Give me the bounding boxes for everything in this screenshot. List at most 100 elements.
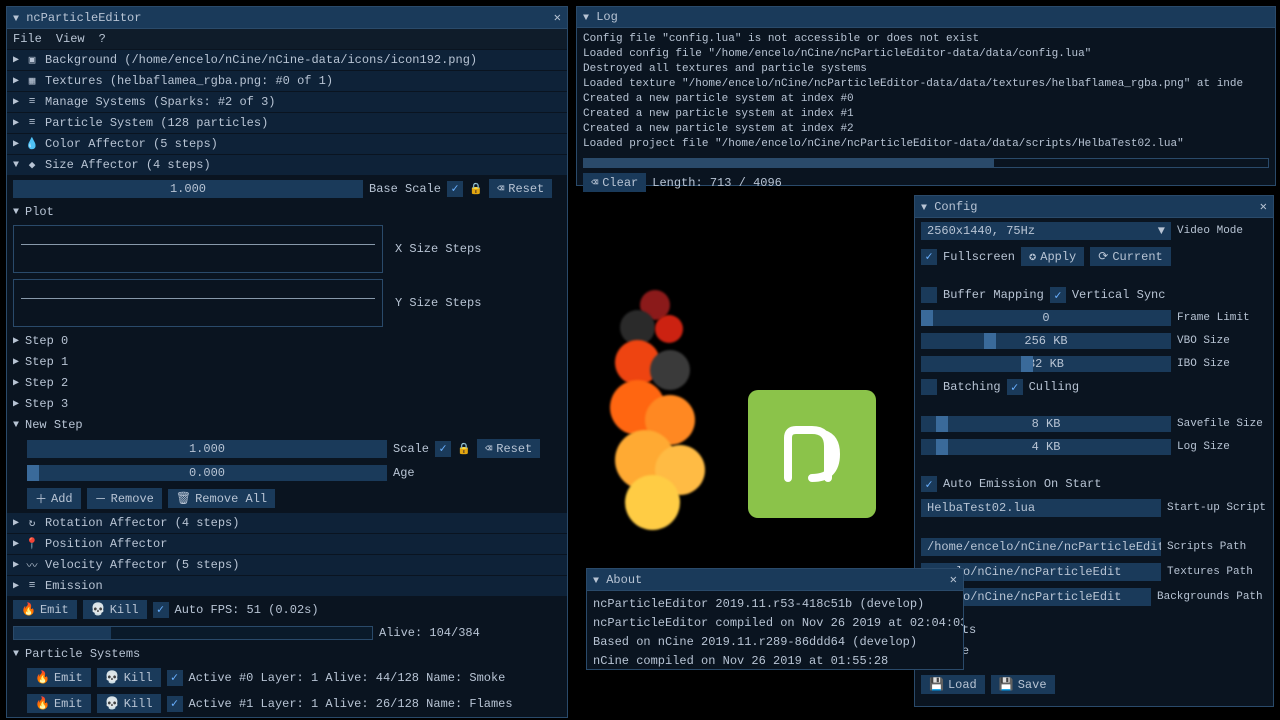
editor-title-bar[interactable]: ▼ ncParticleEditor ✕ — [7, 7, 567, 29]
add-button[interactable]: ＋ Add — [27, 488, 81, 509]
section-textures[interactable]: ▦ Textures (helbaflamea_rgba.png: #0 of 1… — [7, 71, 567, 91]
section-limits[interactable]: ▶Limits — [915, 620, 1273, 640]
ibo-slider[interactable]: 32 KB — [921, 356, 1171, 372]
log-title-bar[interactable]: ▼ Log — [577, 7, 1275, 28]
log-panel: ▼ Log Config file "config.lua" is not ac… — [576, 6, 1276, 186]
list-icon: ≡ — [25, 579, 39, 593]
section-psystem[interactable]: ≡Particle System (128 particles) — [7, 113, 567, 133]
kill-button[interactable]: 💀 Kill — [97, 694, 161, 713]
startup-input[interactable]: HelbaTest02.lua — [921, 499, 1161, 517]
size-icon: ◆ — [25, 158, 39, 172]
section-background[interactable]: ▣Background (/home/encelo/nCine/nCine-da… — [7, 50, 567, 70]
emit-button[interactable]: 🔥 Emit — [27, 694, 91, 713]
section-step1[interactable]: Step 1 — [7, 352, 567, 372]
menu-file[interactable]: File — [13, 32, 42, 46]
pin-icon: 📍 — [25, 537, 39, 551]
menu-view[interactable]: View — [56, 32, 85, 46]
alive-progress — [13, 626, 373, 640]
clear-button[interactable]: ⌫ Clear — [583, 173, 646, 192]
scale-check[interactable] — [435, 441, 451, 457]
autofps-check[interactable] — [153, 602, 169, 618]
active-check[interactable] — [167, 696, 183, 712]
batching-check[interactable] — [921, 379, 937, 395]
y-plot — [13, 279, 383, 327]
lock-icon[interactable]: 🔒 — [469, 182, 483, 196]
auto-emit-label: Auto Emission On Start — [943, 477, 1101, 491]
log-scrollbar[interactable] — [583, 158, 1269, 168]
section-velocity[interactable]: 〰Velocity Affector (5 steps) — [7, 555, 567, 575]
savefile-slider[interactable]: 8 KB — [921, 416, 1171, 432]
save-button[interactable]: 💾 Save — [991, 675, 1055, 694]
vsync-check[interactable] — [1050, 287, 1066, 303]
apply-button[interactable]: ✪ Apply — [1021, 247, 1084, 266]
ps-row-0: 🔥 Emit 💀 Kill Active #0 Layer: 1 Alive: … — [7, 665, 567, 690]
section-position[interactable]: 📍Position Affector — [7, 534, 567, 554]
video-mode-select[interactable]: 2560x1440, 75Hz▼ — [921, 222, 1171, 240]
age-slider[interactable]: 0.000 — [27, 465, 387, 481]
menu-bar: File View ? — [7, 29, 567, 49]
vbo-label: VBO Size — [1177, 335, 1267, 347]
plot-y-label: Y Size Steps — [395, 296, 481, 310]
section-step2[interactable]: Step 2 — [7, 373, 567, 393]
fullscreen-check[interactable] — [921, 249, 937, 265]
image-icon: ▦ — [25, 74, 39, 88]
plot-x-label: X Size Steps — [395, 242, 481, 256]
chevron-down-icon: ▼ — [1158, 224, 1165, 238]
emit-button[interactable]: 🔥 Emit — [27, 668, 91, 687]
section-color[interactable]: 💧 Color Affector (5 steps) — [7, 134, 567, 154]
section-size[interactable]: ◆Size Affector (4 steps) — [7, 155, 567, 175]
logsize-label: Log Size — [1177, 441, 1267, 453]
base-scale-check[interactable] — [447, 181, 463, 197]
buffer-check[interactable] — [921, 287, 937, 303]
fullscreen-label: Fullscreen — [943, 250, 1015, 264]
section-manage[interactable]: ≡Manage Systems (Sparks: #2 of 3) — [7, 92, 567, 112]
base-scale-input[interactable] — [13, 180, 363, 198]
config-title: Config — [934, 200, 977, 214]
buffer-label: Buffer Mapping — [943, 288, 1044, 302]
age-label: Age — [393, 466, 415, 480]
emit-button[interactable]: 🔥 Emit — [13, 600, 77, 619]
chevron-down-icon: ▼ — [13, 14, 19, 25]
active-check[interactable] — [167, 670, 183, 686]
menu-help[interactable]: ? — [99, 32, 106, 46]
video-mode-label: Video Mode — [1177, 225, 1267, 237]
section-style[interactable]: ▶Style — [915, 641, 1273, 661]
close-icon[interactable]: ✕ — [1260, 199, 1267, 214]
current-button[interactable]: ⟳ Current — [1090, 247, 1170, 266]
section-label: Particle System (128 particles) — [45, 116, 268, 130]
reset-button[interactable]: ⌫ Reset — [489, 179, 552, 198]
scripts-path-input[interactable]: /home/encelo/nCine/ncParticleEdit — [921, 538, 1161, 556]
section-step3[interactable]: Step 3 — [7, 394, 567, 414]
vbo-slider[interactable]: 256 KB — [921, 333, 1171, 349]
culling-check[interactable] — [1007, 379, 1023, 395]
auto-emit-check[interactable] — [921, 476, 937, 492]
reset-button[interactable]: ⌫ Reset — [477, 439, 540, 458]
remove-all-button[interactable]: 🗑 Remove All — [168, 489, 275, 508]
close-icon[interactable]: ✕ — [950, 572, 957, 587]
load-button[interactable]: 💾 Load — [921, 675, 985, 694]
savefile-label: Savefile Size — [1177, 418, 1267, 430]
section-label: Textures (helbaflamea_rgba.png: #0 of 1) — [45, 74, 333, 88]
section-newstep[interactable]: New Step — [7, 415, 567, 435]
section-emission[interactable]: ≡Emission — [7, 576, 567, 596]
close-icon[interactable]: ✕ — [554, 10, 561, 25]
section-step0[interactable]: Step 0 — [7, 331, 567, 351]
kill-button[interactable]: 💀 Kill — [83, 600, 147, 619]
about-title-bar[interactable]: ▼ About✕ — [587, 569, 963, 591]
drop-icon: 💧 — [25, 137, 39, 151]
section-rotation[interactable]: ↻Rotation Affector (4 steps) — [7, 513, 567, 533]
section-psystems[interactable]: Particle Systems — [7, 644, 567, 664]
frame-limit-label: Frame Limit — [1177, 312, 1267, 324]
logsize-slider[interactable]: 4 KB — [921, 439, 1171, 455]
about-title: About — [606, 573, 642, 587]
lock-icon[interactable]: 🔒 — [457, 442, 471, 456]
frame-limit-slider[interactable]: 0 — [921, 310, 1171, 326]
section-plot[interactable]: Plot — [7, 202, 567, 222]
remove-button[interactable]: － Remove — [87, 488, 162, 509]
log-length: Length: 713 / 4096 — [652, 176, 782, 190]
ps-row-1: 🔥 Emit 💀 Kill Active #1 Layer: 1 Alive: … — [7, 691, 567, 716]
config-title-bar[interactable]: ▼ Config✕ — [915, 196, 1273, 218]
kill-button[interactable]: 💀 Kill — [97, 668, 161, 687]
scale-input[interactable] — [27, 440, 387, 458]
section-label: Color Affector (5 steps) — [45, 137, 218, 151]
